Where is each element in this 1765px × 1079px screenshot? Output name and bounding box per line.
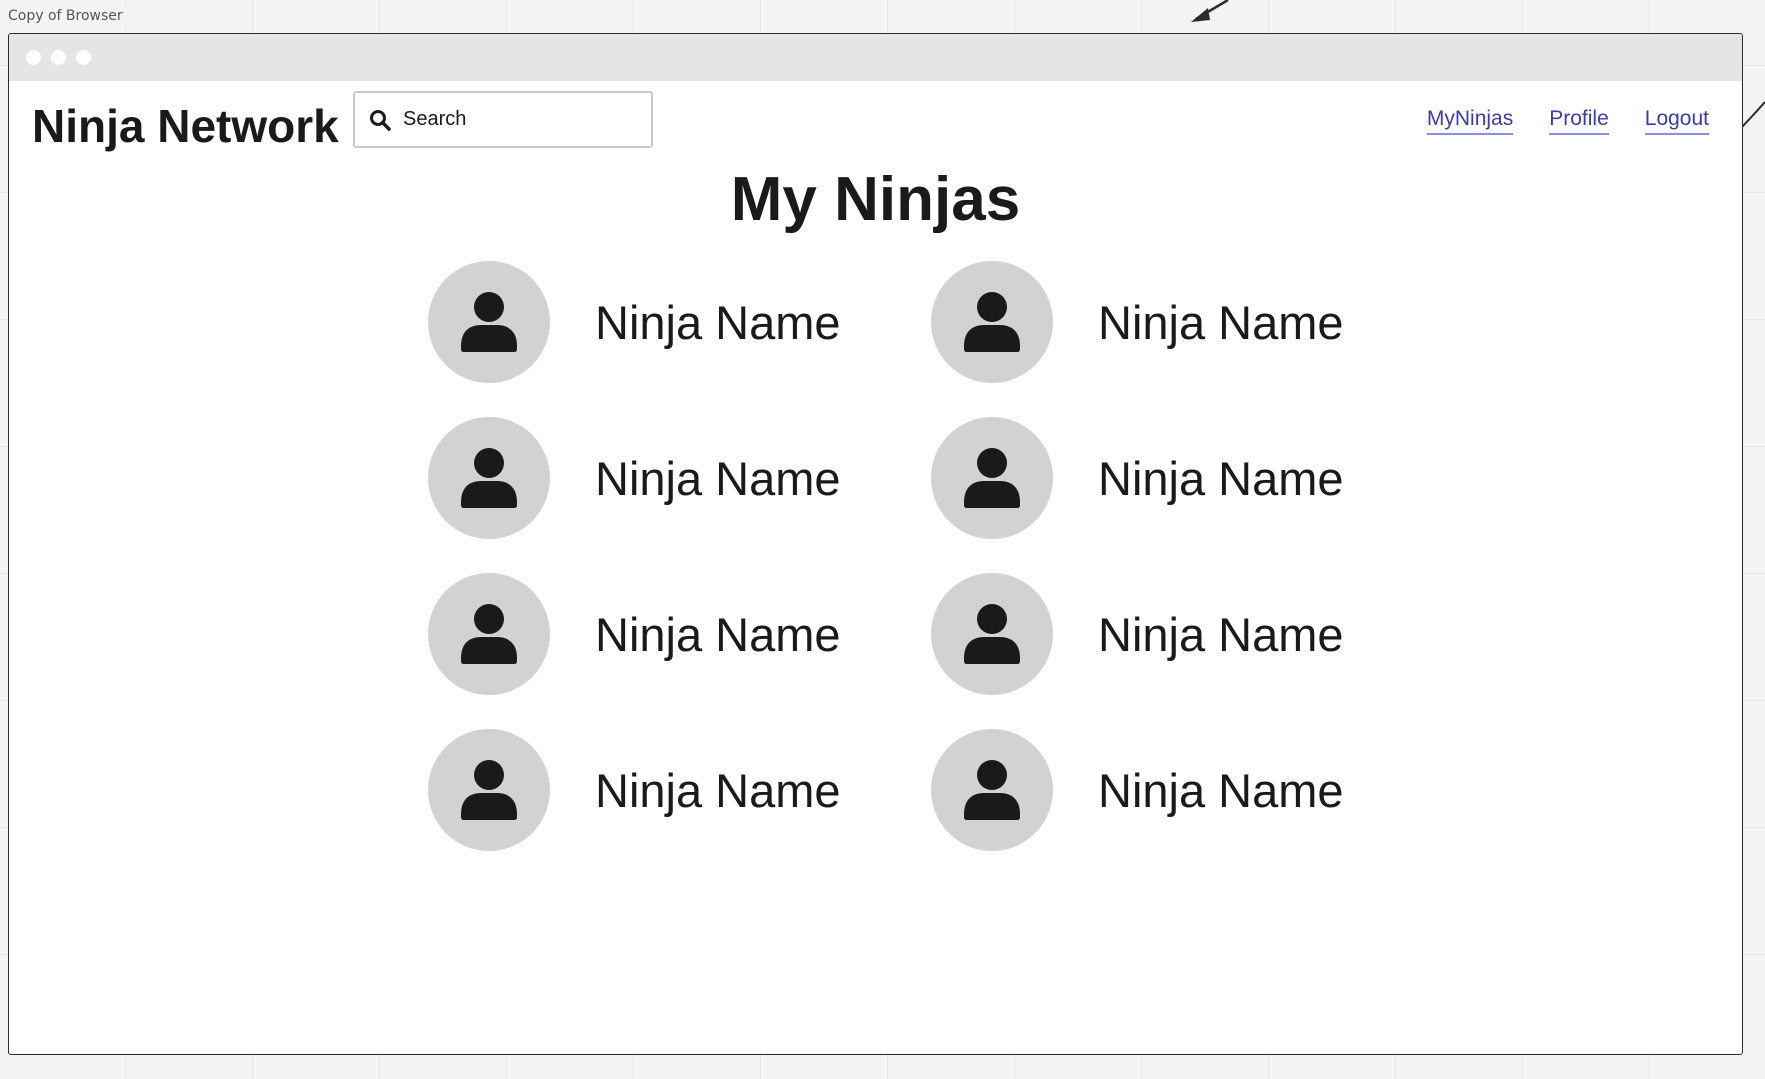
ninja-card[interactable]: Ninja Name <box>931 261 1351 383</box>
ninja-card[interactable]: Ninja Name <box>428 417 931 539</box>
nav-links: MyNinjas Profile Logout <box>1426 107 1709 135</box>
ninja-name: Ninja Name <box>595 451 841 505</box>
user-icon <box>964 448 1020 508</box>
ninja-card[interactable]: Ninja Name <box>931 573 1351 695</box>
search-input[interactable] <box>401 107 625 132</box>
avatar <box>428 573 550 695</box>
ninja-name: Ninja Name <box>595 763 841 817</box>
avatar <box>931 573 1053 695</box>
site-header: Ninja Network MyNinjas Profile Logout <box>9 81 1742 161</box>
avatar <box>931 261 1053 383</box>
window-close-dot[interactable] <box>26 50 41 65</box>
page-title: My Ninjas <box>730 165 1021 234</box>
avatar <box>428 417 550 539</box>
search-box[interactable] <box>353 91 653 148</box>
nav-link-myninjas[interactable]: MyNinjas <box>1426 107 1514 135</box>
nav-link-profile[interactable]: Profile <box>1549 107 1609 135</box>
browser-window: Ninja Network MyNinjas Profile Logout My… <box>8 33 1743 1055</box>
ninja-name: Ninja Name <box>595 295 841 349</box>
ninja-name: Ninja Name <box>1098 763 1344 817</box>
nav-link-logout[interactable]: Logout <box>1644 107 1709 135</box>
browser-titlebar <box>9 34 1742 81</box>
ninja-card[interactable]: Ninja Name <box>931 729 1351 851</box>
ninja-name: Ninja Name <box>1098 607 1344 661</box>
user-icon <box>964 292 1020 352</box>
frame-label: Copy of Browser <box>8 8 131 24</box>
search-icon <box>370 109 391 131</box>
ninja-name: Ninja Name <box>1098 295 1344 349</box>
ninja-card[interactable]: Ninja Name <box>931 417 1351 539</box>
ninja-name: Ninja Name <box>1098 451 1344 505</box>
user-icon <box>964 604 1020 664</box>
window-maximize-dot[interactable] <box>76 50 91 65</box>
ninja-grid: Ninja Name Ninja Name Ninja Name Ninja N… <box>428 261 1351 885</box>
window-minimize-dot[interactable] <box>51 50 66 65</box>
avatar <box>428 729 550 851</box>
ninja-card[interactable]: Ninja Name <box>428 261 931 383</box>
user-icon <box>461 292 517 352</box>
avatar <box>428 261 550 383</box>
brand-logo[interactable]: Ninja Network <box>32 99 339 153</box>
ninja-name: Ninja Name <box>595 607 841 661</box>
avatar <box>931 729 1053 851</box>
user-icon <box>461 760 517 820</box>
avatar <box>931 417 1053 539</box>
user-icon <box>964 760 1020 820</box>
user-icon <box>461 604 517 664</box>
ninja-card[interactable]: Ninja Name <box>428 729 931 851</box>
ninja-card[interactable]: Ninja Name <box>428 573 931 695</box>
user-icon <box>461 448 517 508</box>
